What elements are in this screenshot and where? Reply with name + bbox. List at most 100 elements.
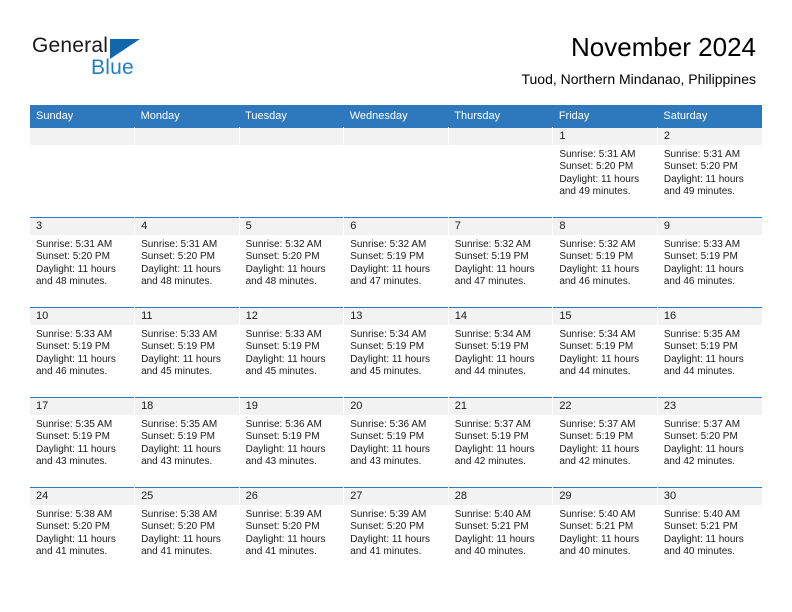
- day-sun-info: Sunrise: 5:35 AM Sunset: 5:19 PM Daylight:…: [658, 325, 762, 379]
- calendar-day-cell[interactable]: 13 Sunrise: 5:34 AM Sunset: 5:19 PM Dayligh…: [343, 307, 449, 398]
- daylight-text-line1: Daylight: 11 hours: [663, 533, 744, 545]
- sunset-text: Sunset: 5:20 PM: [141, 251, 215, 263]
- calendar-day-cell[interactable]: 24 Sunrise: 5:38 AM Sunset: 5:20 PM Dayligh…: [30, 487, 136, 577]
- day-cell-content: 10 Sunrise: 5:33 AM Sunset: 5:19 PM Dayligh…: [30, 308, 135, 397]
- calendar-day-cell[interactable]: 23 Sunrise: 5:37 AM Sunset: 5:20 PM Dayligh…: [657, 397, 762, 488]
- day-sun-info: Sunrise: 5:37 AM Sunset: 5:19 PM Daylight:…: [449, 415, 553, 469]
- day-number: 13: [344, 308, 448, 325]
- calendar-day-cell[interactable]: 21 Sunrise: 5:37 AM Sunset: 5:19 PM Dayligh…: [448, 397, 554, 488]
- day-number: 8: [553, 218, 657, 235]
- day-cell-content: [135, 128, 239, 217]
- day-cell-content: [344, 128, 448, 217]
- daylight-text-line2: and 40 minutes.: [454, 546, 526, 558]
- calendar-day-cell[interactable]: 15 Sunrise: 5:34 AM Sunset: 5:19 PM Dayligh…: [552, 307, 658, 398]
- sunset-text: Sunset: 5:20 PM: [245, 521, 320, 533]
- calendar-day-cell[interactable]: 4 Sunrise: 5:31 AM Sunset: 5:20 PM Daylight…: [134, 217, 240, 308]
- daylight-text-line1: Daylight: 11 hours: [559, 263, 640, 275]
- calendar-day-cell[interactable]: 25 Sunrise: 5:38 AM Sunset: 5:20 PM Dayligh…: [134, 487, 240, 577]
- daylight-text-line2: and 45 minutes.: [350, 366, 422, 378]
- sunrise-text: Sunrise: 5:33 AM: [663, 239, 741, 250]
- day-number: 21: [448, 398, 553, 415]
- sunset-text: Sunset: 5:19 PM: [141, 431, 215, 443]
- calendar-day-cell[interactable]: 12 Sunrise: 5:33 AM Sunset: 5:19 PM Dayligh…: [239, 307, 345, 398]
- day-sun-info: Sunrise: 5:38 AM Sunset: 5:20 PM Daylight:…: [30, 505, 134, 559]
- daylight-text-line2: and 47 minutes.: [350, 276, 422, 288]
- calendar-day-cell[interactable]: 9 Sunrise: 5:33 AM Sunset: 5:19 PM Daylight…: [657, 217, 762, 308]
- sunrise-text: Sunrise: 5:34 AM: [454, 329, 531, 340]
- calendar-day-cell[interactable]: 20 Sunrise: 5:36 AM Sunset: 5:19 PM Dayligh…: [343, 397, 449, 488]
- day-cell-content: 5 Sunrise: 5:32 AM Sunset: 5:20 PM Daylight…: [239, 218, 344, 307]
- daylight-text-line2: and 41 minutes.: [141, 546, 213, 558]
- sunrise-text: Sunrise: 5:31 AM: [141, 239, 218, 250]
- calendar-day-cell[interactable]: 16 Sunrise: 5:35 AM Sunset: 5:19 PM Dayligh…: [657, 307, 762, 398]
- calendar-header-row: Sunday Monday Tuesday Wednesday Thursday…: [30, 105, 762, 128]
- day-cell-content: 14 Sunrise: 5:34 AM Sunset: 5:19 PM Dayligh…: [448, 308, 553, 397]
- day-number: 20: [344, 398, 448, 415]
- sunset-text: Sunset: 5:19 PM: [350, 341, 425, 353]
- day-number: 18: [135, 398, 239, 415]
- sunset-text: Sunset: 5:20 PM: [36, 521, 110, 533]
- day-number: 1: [553, 128, 657, 145]
- daylight-text-line1: Daylight: 11 hours: [245, 443, 326, 455]
- general-blue-logo[interactable]: General Blue: [32, 34, 212, 86]
- day-cell-content: 11 Sunrise: 5:33 AM Sunset: 5:19 PM Dayligh…: [135, 308, 239, 397]
- day-cell-content: 29 Sunrise: 5:40 AM Sunset: 5:21 PM Dayligh…: [553, 488, 657, 577]
- day-sun-info: Sunrise: 5:32 AM Sunset: 5:19 PM Daylight:…: [344, 235, 448, 289]
- calendar-day-cell[interactable]: 26 Sunrise: 5:39 AM Sunset: 5:20 PM Dayligh…: [239, 487, 345, 577]
- sunrise-text: Sunrise: 5:34 AM: [559, 329, 636, 340]
- calendar-day-cell[interactable]: 2 Sunrise: 5:31 AM Sunset: 5:20 PM Daylight…: [657, 127, 762, 218]
- calendar-day-cell[interactable]: 8 Sunrise: 5:32 AM Sunset: 5:19 PM Daylight…: [552, 217, 658, 308]
- sunset-text: Sunset: 5:19 PM: [245, 431, 320, 443]
- day-cell-content: 19 Sunrise: 5:36 AM Sunset: 5:19 PM Dayligh…: [239, 398, 344, 487]
- calendar-day-cell[interactable]: 5 Sunrise: 5:32 AM Sunset: 5:20 PM Daylight…: [239, 217, 345, 308]
- day-cell-content: 30 Sunrise: 5:40 AM Sunset: 5:21 PM Dayligh…: [657, 488, 762, 577]
- calendar-day-cell[interactable]: 22 Sunrise: 5:37 AM Sunset: 5:19 PM Dayligh…: [552, 397, 658, 488]
- calendar-day-cell[interactable]: 17 Sunrise: 5:35 AM Sunset: 5:19 PM Dayligh…: [30, 397, 136, 488]
- sunset-text: Sunset: 5:20 PM: [141, 521, 215, 533]
- weekday-header-saturday: Saturday: [657, 105, 762, 128]
- day-sun-info: Sunrise: 5:34 AM Sunset: 5:19 PM Daylight:…: [344, 325, 448, 379]
- day-cell-content: 23 Sunrise: 5:37 AM Sunset: 5:20 PM Dayligh…: [657, 398, 762, 487]
- day-number: 2: [657, 128, 762, 145]
- calendar-day-cell[interactable]: 1 Sunrise: 5:31 AM Sunset: 5:20 PM Daylight…: [552, 127, 658, 218]
- sunrise-text: Sunrise: 5:32 AM: [350, 239, 427, 250]
- daylight-text-line1: Daylight: 11 hours: [663, 353, 744, 365]
- calendar-day-cell[interactable]: 30 Sunrise: 5:40 AM Sunset: 5:21 PM Dayligh…: [657, 487, 762, 577]
- day-sun-info: Sunrise: 5:37 AM Sunset: 5:19 PM Daylight:…: [553, 415, 657, 469]
- daylight-text-line1: Daylight: 11 hours: [454, 533, 535, 545]
- day-cell-content: 22 Sunrise: 5:37 AM Sunset: 5:19 PM Dayligh…: [553, 398, 657, 487]
- calendar-day-cell[interactable]: 6 Sunrise: 5:32 AM Sunset: 5:19 PM Daylight…: [343, 217, 449, 308]
- sunrise-text: Sunrise: 5:39 AM: [350, 509, 427, 520]
- day-sun-info: Sunrise: 5:34 AM Sunset: 5:19 PM Daylight:…: [449, 325, 553, 379]
- calendar-day-cell[interactable]: 29 Sunrise: 5:40 AM Sunset: 5:21 PM Dayligh…: [552, 487, 658, 577]
- day-number: 29: [553, 488, 657, 505]
- daylight-text-line1: Daylight: 11 hours: [36, 263, 116, 275]
- day-sun-info: Sunrise: 5:39 AM Sunset: 5:20 PM Daylight:…: [344, 505, 448, 559]
- daylight-text-line2: and 44 minutes.: [559, 366, 631, 378]
- calendar-day-cell[interactable]: 10 Sunrise: 5:33 AM Sunset: 5:19 PM Dayligh…: [30, 307, 136, 398]
- calendar-day-cell[interactable]: 19 Sunrise: 5:36 AM Sunset: 5:19 PM Dayligh…: [239, 397, 345, 488]
- calendar-day-cell[interactable]: 7 Sunrise: 5:32 AM Sunset: 5:19 PM Daylight…: [448, 217, 554, 308]
- day-number: 14: [448, 308, 553, 325]
- sunrise-text: Sunrise: 5:35 AM: [141, 419, 218, 430]
- sunset-text: Sunset: 5:21 PM: [559, 521, 634, 533]
- calendar-day-cell[interactable]: 27 Sunrise: 5:39 AM Sunset: 5:20 PM Dayligh…: [343, 487, 449, 577]
- sunrise-text: Sunrise: 5:40 AM: [559, 509, 636, 520]
- day-cell-content: 16 Sunrise: 5:35 AM Sunset: 5:19 PM Dayligh…: [657, 308, 762, 397]
- sunrise-text: Sunrise: 5:33 AM: [36, 329, 113, 340]
- day-number: 15: [553, 308, 657, 325]
- day-cell-content: 8 Sunrise: 5:32 AM Sunset: 5:19 PM Daylight…: [553, 218, 657, 307]
- calendar-day-cell[interactable]: 18 Sunrise: 5:35 AM Sunset: 5:19 PM Dayligh…: [134, 397, 240, 488]
- day-number: 26: [239, 488, 344, 505]
- day-sun-info: Sunrise: 5:36 AM Sunset: 5:19 PM Daylight:…: [344, 415, 448, 469]
- sunset-text: Sunset: 5:21 PM: [454, 521, 529, 533]
- sunset-text: Sunset: 5:19 PM: [36, 341, 110, 353]
- calendar-day-cell[interactable]: 28 Sunrise: 5:40 AM Sunset: 5:21 PM Dayligh…: [448, 487, 554, 577]
- day-cell-content: 27 Sunrise: 5:39 AM Sunset: 5:20 PM Dayligh…: [344, 488, 448, 577]
- calendar-day-cell[interactable]: 11 Sunrise: 5:33 AM Sunset: 5:19 PM Dayligh…: [134, 307, 240, 398]
- calendar-day-cell[interactable]: 3 Sunrise: 5:31 AM Sunset: 5:20 PM Daylight…: [30, 217, 136, 308]
- calendar-day-cell[interactable]: 14 Sunrise: 5:34 AM Sunset: 5:19 PM Dayligh…: [448, 307, 554, 398]
- daylight-text-line2: and 42 minutes.: [559, 456, 631, 468]
- day-number: [448, 128, 553, 145]
- day-number: [239, 128, 344, 145]
